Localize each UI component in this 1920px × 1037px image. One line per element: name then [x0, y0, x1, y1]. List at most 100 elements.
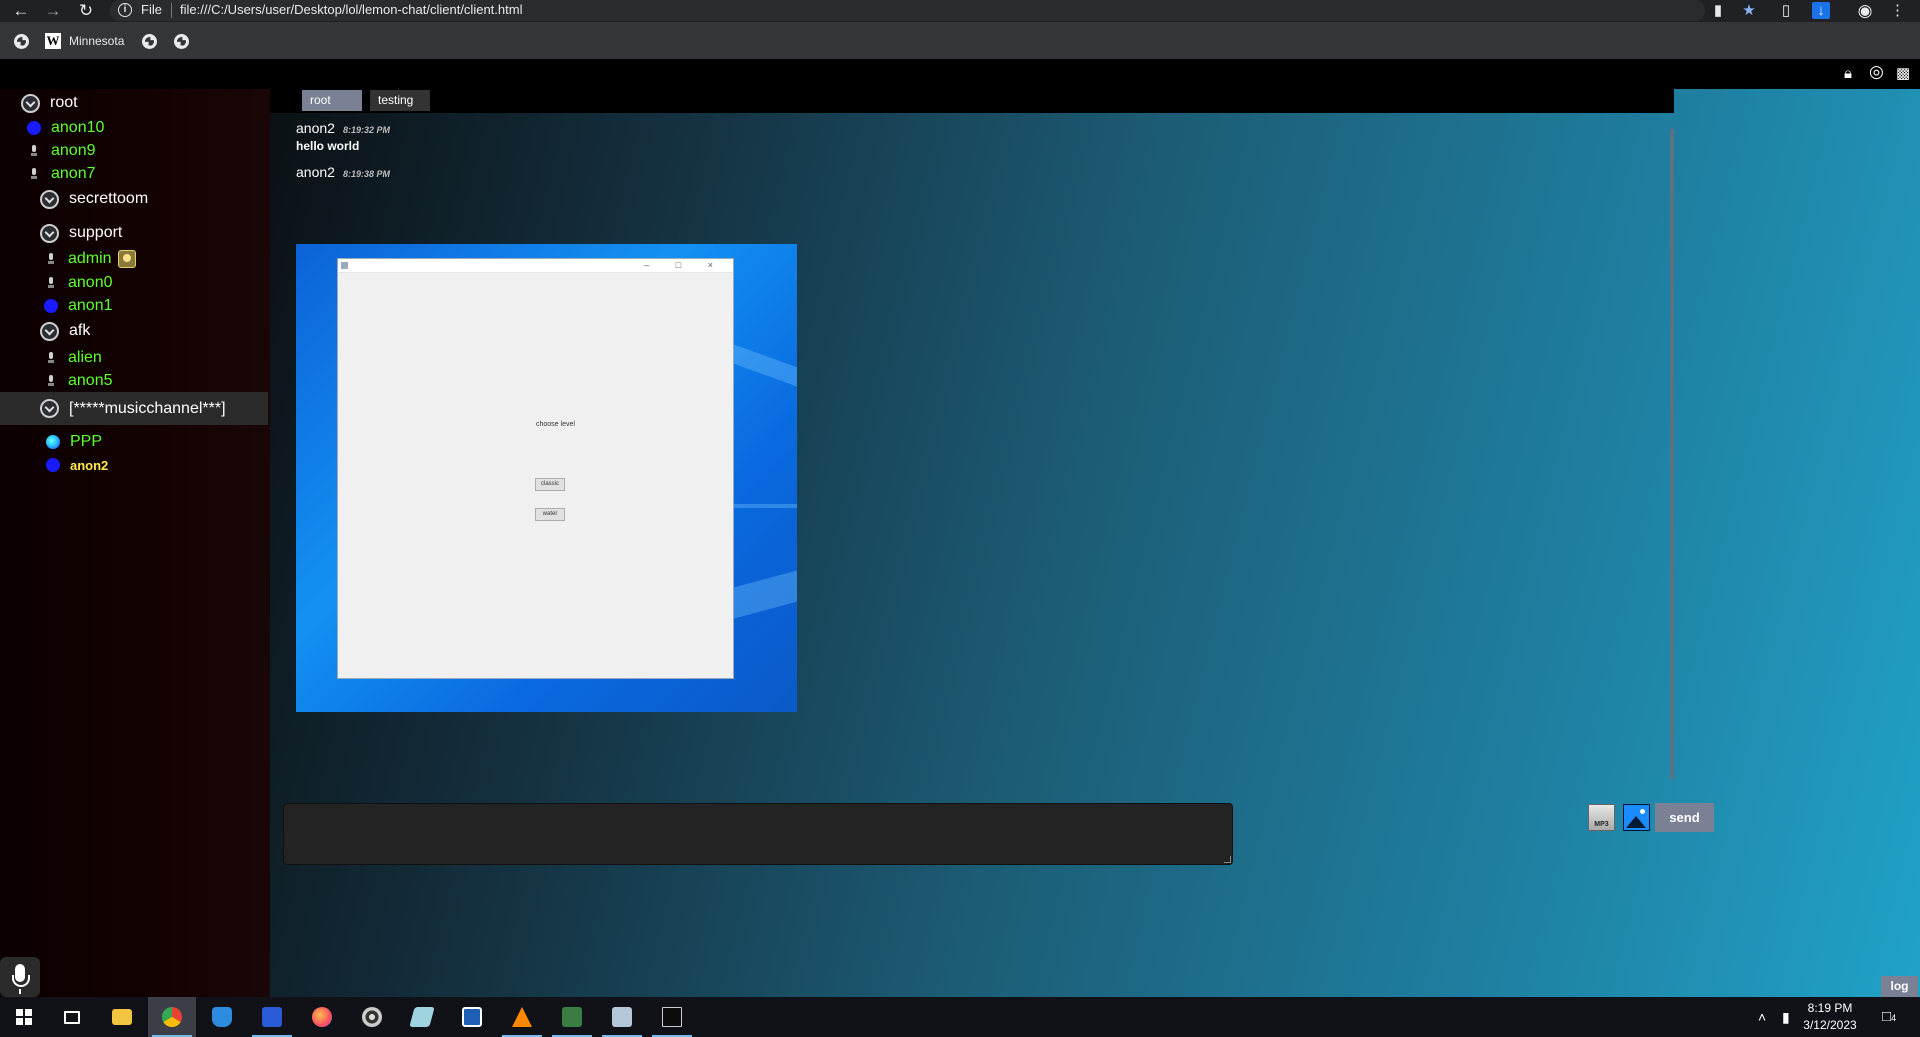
start-button[interactable]: [0, 997, 48, 1037]
info-icon[interactable]: i: [118, 3, 132, 17]
chat-app: 🔒︎ ◎ ▩ root anon10 anon9 anon7 secrettoo…: [0, 59, 1920, 997]
channel-tabs: root testing: [302, 90, 430, 112]
message-input[interactable]: [283, 803, 1233, 865]
app-button[interactable]: [548, 997, 596, 1037]
user-name: PPP: [70, 433, 103, 450]
classic-button: classic: [535, 478, 565, 491]
bookmark-label: Minnesota: [69, 34, 125, 48]
notification-count: 4: [1891, 1013, 1897, 1023]
forward-icon[interactable]: →: [43, 1, 63, 21]
profile-icon[interactable]: ◉: [1855, 1, 1875, 21]
microphone-tray-icon[interactable]: ▮: [1782, 1007, 1790, 1027]
firefox-icon: [312, 1007, 332, 1027]
message-list: anon2 8:19:32 PM hello world anon2 8:19:…: [296, 113, 1656, 713]
app-button[interactable]: [348, 997, 396, 1037]
bookmark-item[interactable]: W Minnesota: [45, 32, 124, 50]
user-row[interactable]: anon7: [27, 161, 96, 187]
task-view-button[interactable]: [48, 997, 96, 1037]
folder-icon: [112, 1009, 132, 1025]
extension-icon[interactable]: ▯: [1778, 1, 1794, 21]
user-row[interactable]: anon1: [44, 293, 113, 319]
message-header: anon2 8:19:32 PM: [296, 120, 390, 136]
channel-support[interactable]: support: [40, 220, 122, 246]
bookmark-item[interactable]: [142, 32, 157, 50]
url-scheme: File: [141, 2, 162, 17]
lock-icon[interactable]: 🔒︎: [1844, 66, 1852, 82]
app-button[interactable]: [248, 997, 296, 1037]
tab-testing[interactable]: testing: [370, 90, 430, 111]
message-text: hello world: [296, 139, 360, 153]
user-name: anon0: [68, 274, 113, 291]
browser-toolbar: ← → ↻ i File file:///C:/Users/user/Deskt…: [0, 0, 1920, 22]
mic-stand: [19, 989, 21, 994]
status-dot-icon: [46, 458, 60, 472]
user-row-self[interactable]: anon2: [46, 452, 108, 478]
channel-afk[interactable]: afk: [40, 318, 90, 344]
message-author[interactable]: anon2: [296, 120, 335, 136]
speaking-dot-icon: [46, 435, 60, 449]
notepad-icon: [409, 1007, 435, 1027]
user-name: anon2: [70, 457, 109, 473]
tray-chevron-icon[interactable]: ˄: [1758, 1007, 1766, 1027]
message-scrollbar[interactable]: [1670, 129, 1674, 779]
eye-icon[interactable]: ◎: [1869, 63, 1884, 80]
message-author[interactable]: anon2: [296, 164, 335, 180]
message-time: 8:19:38 PM: [342, 169, 390, 179]
firefox-button[interactable]: [298, 997, 346, 1037]
back-icon[interactable]: ←: [11, 1, 31, 21]
channel-name: [*****musicchannel***]: [69, 399, 226, 417]
windows-icon: [16, 1009, 32, 1025]
window-controls-icon: – □ ×: [644, 260, 725, 270]
message-image[interactable]: – □ × choose level classic water: [296, 244, 797, 712]
trash-icon[interactable]: ▩: [1896, 66, 1910, 82]
screenshot-window: – □ × choose level classic water: [337, 258, 734, 679]
reload-icon[interactable]: ↻: [76, 1, 96, 21]
vlc-icon: [512, 1007, 532, 1027]
explorer-button[interactable]: [98, 997, 146, 1037]
app-icon: [341, 262, 348, 269]
user-row[interactable]: admin: [44, 246, 136, 272]
menu-icon[interactable]: ⋮: [1890, 1, 1905, 21]
user-row[interactable]: anon5: [44, 368, 113, 394]
notification-icon[interactable]: □4: [1882, 1007, 1896, 1028]
image-upload-button[interactable]: [1623, 804, 1650, 831]
wikipedia-icon: W: [45, 33, 61, 49]
channel-secrettoom[interactable]: secrettoom: [40, 186, 148, 212]
choose-level-label: choose level: [536, 421, 575, 428]
chrome-button[interactable]: [148, 997, 196, 1037]
bookmark-item[interactable]: [174, 32, 189, 50]
app-button[interactable]: [448, 997, 496, 1037]
address-bar[interactable]: i File file:///C:/Users/user/Desktop/lol…: [110, 0, 1705, 21]
tab-root[interactable]: root: [302, 90, 362, 111]
download-icon[interactable]: ↓: [1812, 2, 1830, 19]
terminal-button[interactable]: [648, 997, 696, 1037]
app-button[interactable]: [198, 997, 246, 1037]
remote-icon: [612, 1007, 632, 1027]
taskbar-clock[interactable]: 8:19 PM 3/12/2023: [1800, 1000, 1860, 1034]
status-dot-icon: [44, 299, 58, 313]
bookmark-item[interactable]: [14, 32, 29, 50]
user-name: admin: [68, 250, 112, 267]
globe-icon: [14, 33, 29, 49]
channel-name: root: [50, 94, 78, 111]
bookmarks-bar: W Minnesota: [0, 22, 1920, 59]
url-text[interactable]: file:///C:/Users/user/Desktop/lol/lemon-…: [180, 2, 522, 17]
camera-icon[interactable]: ▮: [1709, 1, 1727, 21]
channel-name: support: [69, 224, 123, 241]
vlc-button[interactable]: [498, 997, 546, 1037]
screenshot-titlebar: – □ ×: [338, 259, 733, 273]
log-button[interactable]: log: [1881, 976, 1918, 997]
mp3-upload-button[interactable]: MP3: [1588, 804, 1615, 831]
star-icon[interactable]: ★: [1740, 1, 1758, 21]
send-button[interactable]: send: [1655, 803, 1714, 832]
channel-icon: [40, 189, 59, 209]
app-button[interactable]: [598, 997, 646, 1037]
terminal-icon: [662, 1007, 682, 1027]
mic-icon: [44, 374, 58, 388]
channel-musicchannel[interactable]: [*****musicchannel***]: [0, 392, 268, 425]
task-view-icon: [64, 1010, 80, 1024]
resize-grip-icon[interactable]: [1224, 856, 1231, 863]
obs-icon: [362, 1007, 382, 1027]
channel-root[interactable]: root: [21, 90, 78, 116]
app-button[interactable]: [398, 997, 446, 1037]
